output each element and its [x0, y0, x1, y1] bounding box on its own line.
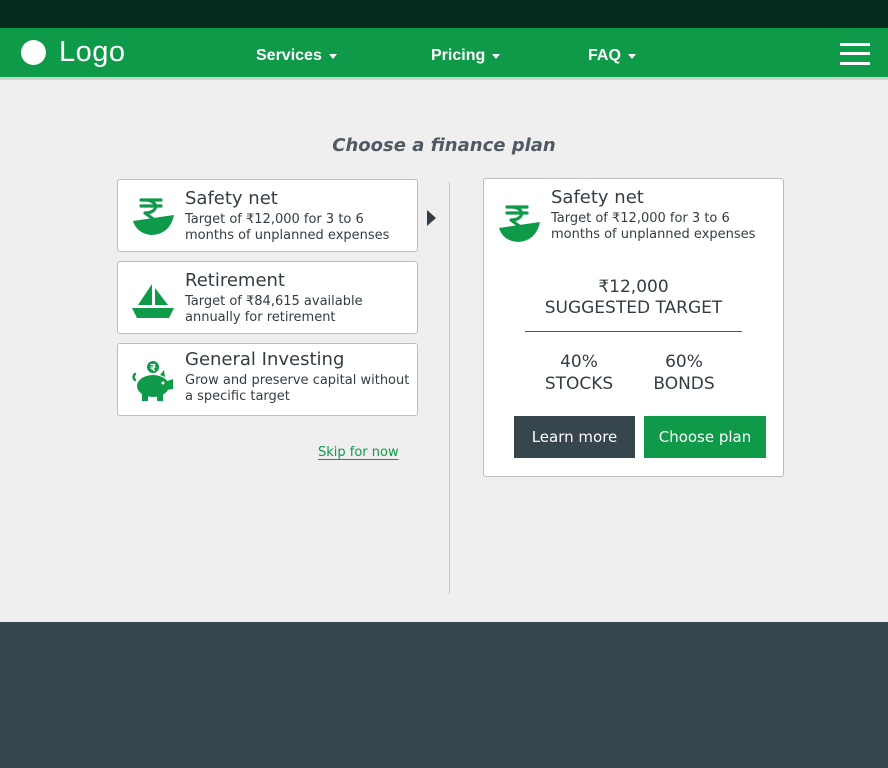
skip-for-now-link[interactable]: Skip for now	[318, 445, 399, 460]
target-amount: ₹12,000	[598, 277, 669, 297]
rupee-bowl-icon	[499, 205, 540, 242]
selection-arrow-icon	[427, 210, 436, 226]
plan-title: General Investing	[185, 349, 345, 370]
page-footer	[0, 622, 888, 768]
allocation-bonds: 60% BONDS	[634, 351, 734, 395]
plan-card-retirement[interactable]: Retirement Target of ₹84,615 available a…	[117, 261, 418, 334]
top-navbar: Logo Services Pricing FAQ	[0, 28, 888, 80]
allocation-asset: STOCKS	[544, 374, 614, 394]
caret-down-icon	[627, 54, 636, 60]
sailboat-icon	[132, 284, 174, 318]
allocation-stocks: 40% STOCKS	[529, 351, 629, 395]
plan-title: Safety net	[185, 188, 278, 209]
logo-circle-icon	[21, 40, 46, 65]
nav-faq-label: FAQ	[588, 47, 621, 64]
caret-down-icon	[328, 54, 337, 60]
allocation-asset: BONDS	[653, 374, 715, 394]
divider-line	[525, 331, 742, 332]
plan-detail-card: Safety net Target of ₹12,000 for 3 to 6 …	[483, 178, 784, 477]
nav-pricing-dropdown[interactable]: Pricing	[431, 47, 501, 65]
allocation-percent: 40%	[560, 352, 598, 372]
caret-down-icon	[492, 54, 501, 60]
piggy-bank-icon	[132, 361, 173, 401]
nav-faq-dropdown[interactable]: FAQ	[588, 47, 636, 65]
hamburger-icon[interactable]	[840, 40, 870, 68]
nav-services-dropdown[interactable]: Services	[256, 47, 337, 65]
nav-services-label: Services	[256, 47, 322, 64]
plan-description: Target of ₹84,615 available annually for…	[185, 294, 363, 325]
detail-description: Target of ₹12,000 for 3 to 6 months of u…	[551, 211, 756, 242]
plan-card-general-investing[interactable]: General Investing Grow and preserve capi…	[117, 343, 418, 416]
learn-more-button[interactable]: Learn more	[514, 416, 635, 458]
plan-description: Target of ₹12,000 for 3 to 6 months of u…	[185, 212, 390, 243]
top-strip	[0, 0, 888, 28]
page-title: Choose a finance plan	[332, 135, 556, 156]
plan-title: Retirement	[185, 270, 285, 291]
choose-plan-button[interactable]: Choose plan	[644, 416, 766, 458]
vertical-divider	[449, 182, 450, 594]
plan-description: Grow and preserve capital without a spec…	[185, 373, 410, 404]
plan-card-safety-net[interactable]: Safety net Target of ₹12,000 for 3 to 6 …	[117, 179, 418, 252]
logo-text[interactable]: Logo	[59, 36, 126, 69]
nav-pricing-label: Pricing	[431, 47, 486, 64]
target-label: SUGGESTED TARGET	[544, 298, 723, 318]
detail-title: Safety net	[551, 187, 644, 208]
allocation-percent: 60%	[665, 352, 703, 372]
rupee-bowl-icon	[133, 198, 174, 235]
